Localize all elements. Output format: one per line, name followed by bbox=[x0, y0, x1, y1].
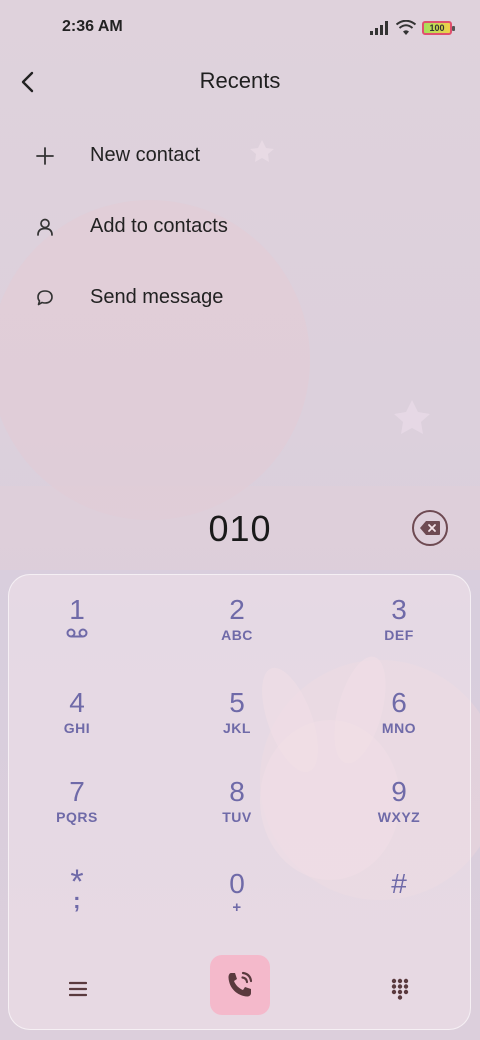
key-letters: ; bbox=[73, 888, 81, 913]
key-7[interactable]: 7 PQRS bbox=[17, 777, 137, 857]
key-digit: 7 bbox=[69, 776, 85, 807]
dialer-action-bar bbox=[0, 955, 480, 1025]
phone-wifi-call-icon bbox=[228, 971, 253, 997]
battery-icon: 100 bbox=[422, 21, 455, 35]
key-letters: DEF bbox=[384, 627, 414, 643]
dialpad-toggle-button[interactable] bbox=[384, 973, 416, 1005]
key-9[interactable]: 9 WXYZ bbox=[339, 777, 459, 857]
page-title: Recents bbox=[199, 68, 281, 93]
add-to-contacts-option[interactable]: Add to contacts bbox=[0, 191, 480, 262]
key-letters: JKL bbox=[223, 720, 251, 736]
backspace-button[interactable] bbox=[412, 510, 448, 546]
app-header: Recents bbox=[0, 56, 480, 106]
key-digit: 9 bbox=[391, 776, 407, 807]
send-message-option[interactable]: Send message bbox=[0, 262, 480, 333]
dialed-number-row: 010 bbox=[0, 486, 480, 570]
key-digit: 0 bbox=[229, 868, 245, 899]
key-digit: 1 bbox=[69, 594, 85, 625]
key-star[interactable]: * ; bbox=[17, 865, 137, 949]
key-digit: 6 bbox=[391, 687, 407, 718]
key-digit: 3 bbox=[391, 594, 407, 625]
key-digit: 2 bbox=[229, 594, 245, 625]
backspace-icon bbox=[420, 521, 440, 535]
key-digit: 5 bbox=[229, 687, 245, 718]
new-contact-option[interactable]: New contact bbox=[0, 120, 480, 191]
key-8[interactable]: 8 TUV bbox=[177, 777, 297, 857]
key-letters: WXYZ bbox=[377, 809, 421, 825]
key-digit: 8 bbox=[229, 776, 245, 807]
recents-options: New contact Add to contacts Send message bbox=[0, 120, 480, 333]
plus-icon bbox=[32, 143, 58, 169]
key-letters: MNO bbox=[381, 720, 417, 736]
key-digit: 4 bbox=[69, 687, 85, 718]
key-4[interactable]: 4 GHI bbox=[17, 688, 137, 768]
dialpad-icon bbox=[391, 978, 409, 1000]
status-icons: 100 bbox=[370, 20, 455, 36]
key-letters: ABC bbox=[221, 627, 253, 643]
chat-bubble-icon bbox=[32, 285, 58, 311]
menu-button[interactable] bbox=[62, 973, 94, 1005]
key-1[interactable]: 1 bbox=[17, 595, 137, 675]
signal-icon bbox=[370, 21, 388, 35]
wifi-icon bbox=[396, 20, 416, 35]
key-5[interactable]: 5 JKL bbox=[177, 688, 297, 768]
call-button[interactable] bbox=[210, 955, 270, 1015]
person-icon bbox=[32, 214, 58, 240]
key-digit: # bbox=[391, 868, 407, 899]
key-3[interactable]: 3 DEF bbox=[339, 595, 459, 675]
key-letters: GHI bbox=[63, 720, 91, 736]
key-6[interactable]: 6 MNO bbox=[339, 688, 459, 768]
key-hash[interactable]: # bbox=[339, 869, 459, 949]
key-letters: TUV bbox=[222, 809, 252, 825]
option-label: Add to contacts bbox=[90, 215, 228, 237]
option-label: New contact bbox=[90, 144, 201, 166]
dialed-number[interactable]: 010 bbox=[0, 508, 480, 550]
option-label: Send message bbox=[90, 286, 224, 308]
menu-icon bbox=[69, 981, 87, 997]
status-bar: 2:36 AM 100 bbox=[0, 0, 480, 56]
key-0[interactable]: 0 + bbox=[177, 869, 297, 949]
status-time: 2:36 AM bbox=[62, 18, 123, 35]
voicemail-icon bbox=[66, 628, 88, 638]
key-letters: PQRS bbox=[56, 809, 98, 825]
key-2[interactable]: 2 ABC bbox=[177, 595, 297, 675]
key-letters: + bbox=[232, 899, 242, 916]
